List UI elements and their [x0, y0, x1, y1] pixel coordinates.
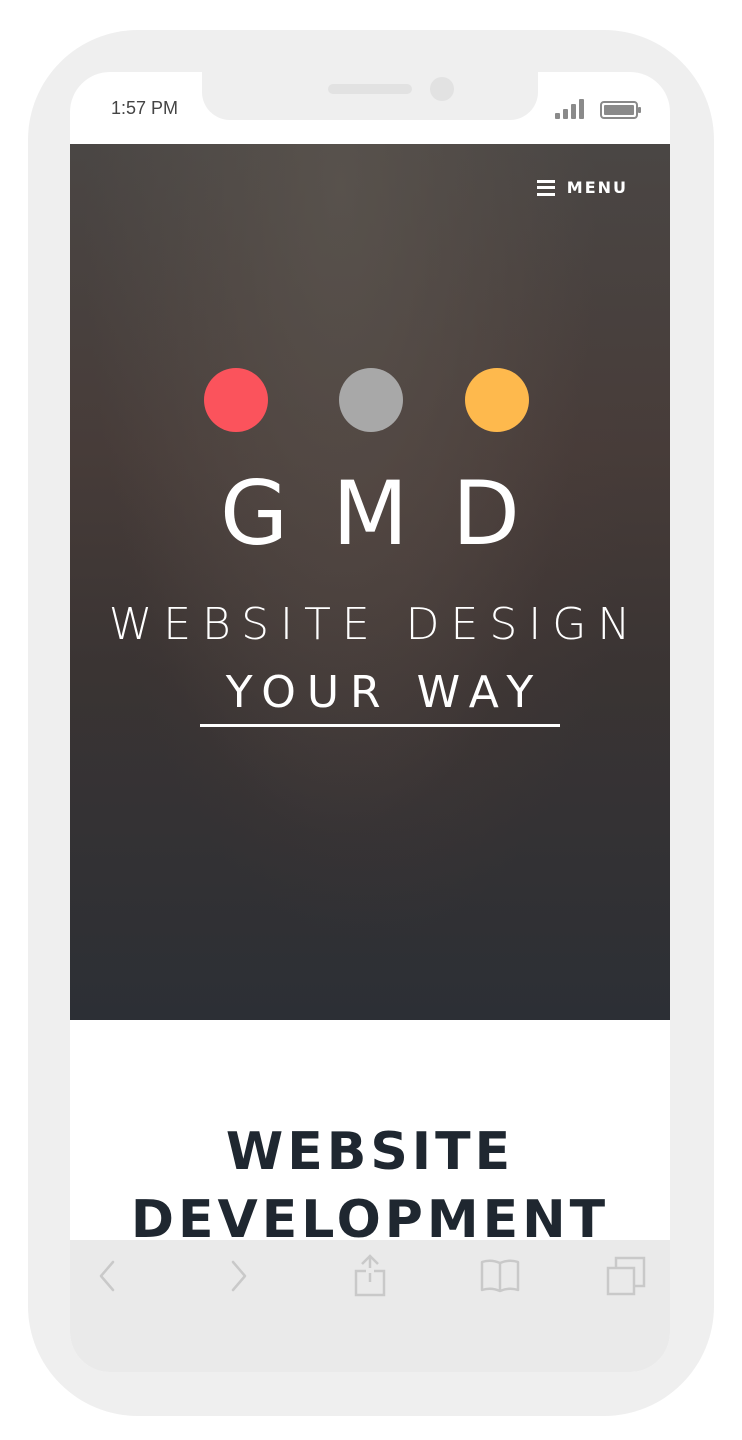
tabs-icon[interactable]	[604, 1254, 648, 1298]
battery-icon	[600, 101, 641, 119]
bookmarks-icon[interactable]	[478, 1254, 522, 1298]
share-icon[interactable]	[348, 1254, 392, 1298]
section-title-line-1: WEBSITE	[225, 1122, 515, 1182]
logo-dot-red	[204, 368, 268, 432]
tagline-line-2: YOUR WAY	[200, 664, 560, 727]
tagline-line-1: WEBSITE DESIGN	[108, 599, 642, 650]
signal-icon	[555, 99, 584, 119]
logo-dot-gray	[339, 368, 403, 432]
logo-dot-yellow	[465, 368, 529, 432]
logo-dots	[70, 368, 670, 434]
menu-button[interactable]: MENU	[536, 178, 628, 197]
logo-text: GMD	[220, 462, 564, 565]
hero-section: MENU GMD WEBSITE DESIGN YOUR WAY	[70, 144, 670, 1020]
forward-icon[interactable]	[216, 1254, 260, 1298]
camera	[430, 77, 454, 101]
browser-toolbar	[70, 1240, 670, 1372]
speaker	[328, 84, 412, 94]
hamburger-icon	[536, 179, 555, 196]
status-time: 1:57 PM	[111, 98, 179, 118]
back-icon[interactable]	[86, 1254, 130, 1298]
menu-label: MENU	[566, 178, 628, 197]
notch	[202, 72, 538, 120]
section-title: WEBSITE DEVELOPMENT	[70, 1118, 670, 1254]
